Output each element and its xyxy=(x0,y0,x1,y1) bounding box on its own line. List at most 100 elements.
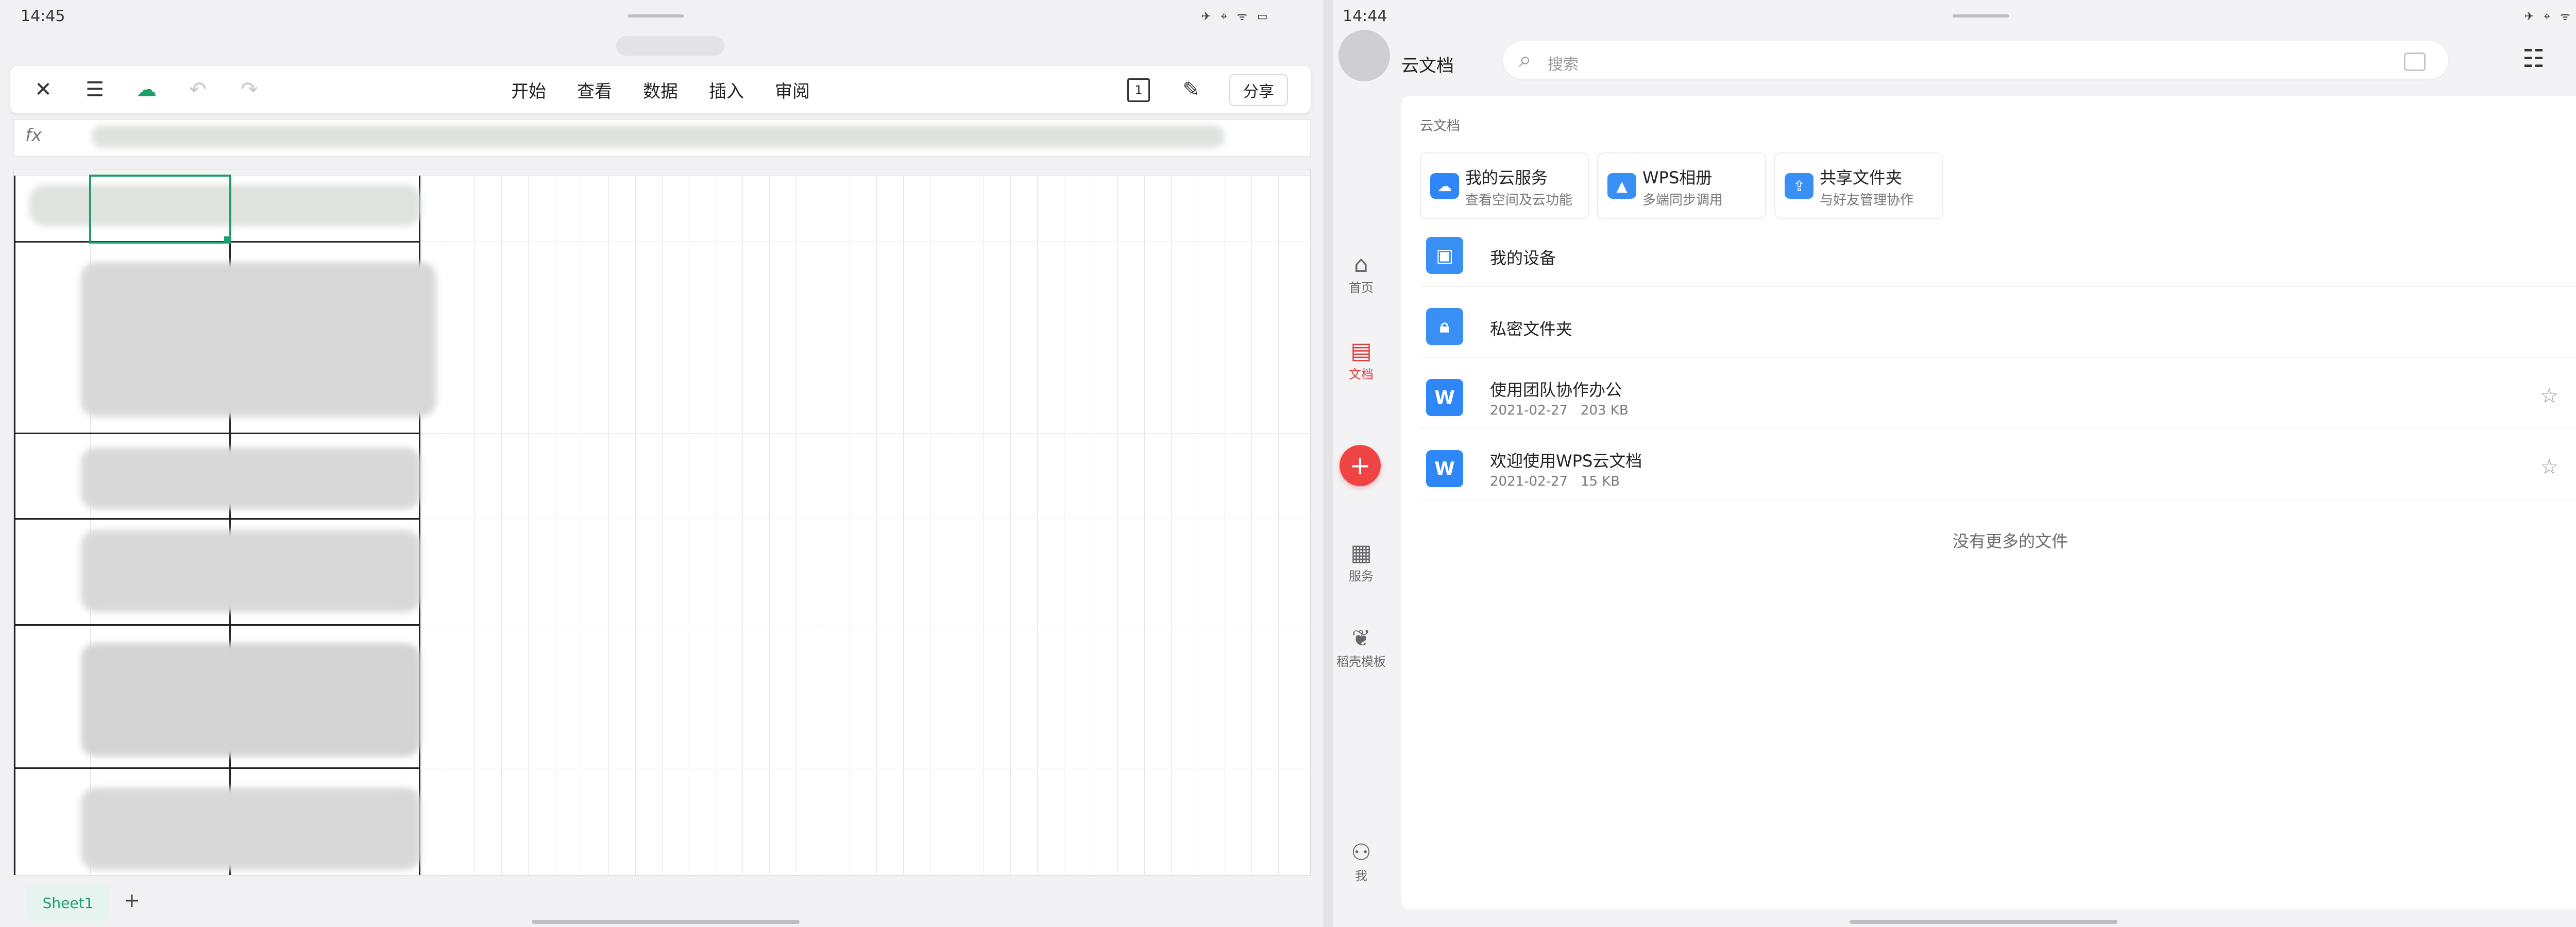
redacted-cell-content xyxy=(81,530,421,612)
file-size: 203 KB xyxy=(1580,403,1629,418)
leaf-icon: ❦ xyxy=(1351,625,1371,651)
gridline xyxy=(769,176,770,875)
content-card: 云文档 ☁ 我的云服务 查看空间及云功能 ▲ WPS相册 多端同步调用 ⇪ 共享… xyxy=(1401,96,2576,909)
nav-documents[interactable]: ▤ 文档 xyxy=(1330,338,1392,382)
status-icons: ✈ ⌖ ᯤ ▭ xyxy=(2524,10,2576,23)
nav-me[interactable]: ⚇ 我 xyxy=(1330,839,1392,884)
redacted-cell-content xyxy=(81,262,436,417)
document-icon: ▤ xyxy=(1350,338,1372,364)
nav-templates[interactable]: ❦ 稻壳模板 xyxy=(1330,625,1392,670)
no-more-files: 没有更多的文件 xyxy=(1952,531,2068,551)
status-time: 14:44 xyxy=(1343,7,1387,25)
nav-home[interactable]: ⌂ 首页 xyxy=(1330,251,1392,296)
close-icon[interactable]: ✕ xyxy=(29,75,58,104)
quick-cloud-service[interactable]: ☁ 我的云服务 查看空间及云功能 xyxy=(1420,152,1589,219)
folder-row[interactable]: ▣ 我的设备 ⋮ xyxy=(1420,225,2576,287)
fx-icon: fx xyxy=(25,125,42,146)
photo-icon: ▲ xyxy=(1607,173,1636,199)
redo-icon[interactable]: ↷ xyxy=(235,75,264,104)
redacted-cell-content xyxy=(81,448,421,509)
gridline xyxy=(608,176,609,875)
wps-doc-icon: W xyxy=(1426,450,1463,487)
sheet-tab[interactable]: Sheet1 xyxy=(27,885,109,921)
menu-data[interactable]: 数据 xyxy=(643,66,678,113)
quick-shared-folder[interactable]: ⇪ 共享文件夹 与好友管理协作 xyxy=(1774,152,1943,219)
gridline xyxy=(1171,176,1172,875)
pen-icon[interactable]: ✎ xyxy=(1177,75,1206,104)
grid-icon: ▦ xyxy=(1350,540,1372,566)
table-border xyxy=(14,624,420,626)
quick-wps-album[interactable]: ▲ WPS相册 多端同步调用 xyxy=(1597,152,1766,219)
gridline xyxy=(528,176,529,875)
nav-services[interactable]: ▦ 服务 xyxy=(1330,540,1392,584)
list-view-icon[interactable]: ☷ xyxy=(2522,44,2545,73)
add-sheet-button[interactable]: + xyxy=(124,889,140,912)
menu-review[interactable]: 审阅 xyxy=(775,66,810,113)
device-folder-icon: ▣ xyxy=(1426,237,1463,274)
file-date: 2021-02-27 xyxy=(1490,474,1568,489)
share-button[interactable]: 分享 xyxy=(1229,74,1288,106)
quick-subtitle: 查看空间及云功能 xyxy=(1465,193,1573,208)
quick-title: 我的云服务 xyxy=(1465,168,1548,187)
search-icon: ⌕ xyxy=(1519,46,1532,73)
nav-me-label: 我 xyxy=(1355,869,1367,883)
file-name: 欢迎使用WPS云文档 xyxy=(1490,451,1642,471)
file-row[interactable]: W 使用团队协作办公 2021-02-27 203 KB ☆ ⋮ xyxy=(1420,367,2576,429)
file-row[interactable]: W 欢迎使用WPS云文档 2021-02-27 15 KB ☆ ⋮ xyxy=(1420,438,2576,500)
nav-documents-label: 文档 xyxy=(1349,367,1374,382)
search-input[interactable]: ⌕ 搜索 xyxy=(1503,41,2448,79)
file-name: 使用团队协作办公 xyxy=(1490,380,1622,400)
status-time: 14:45 xyxy=(21,7,65,25)
folder-row[interactable]: 🔒︎ 私密文件夹 ⋮ xyxy=(1420,296,2576,358)
formula-bar[interactable]: fx xyxy=(13,119,1311,157)
menu-start[interactable]: 开始 xyxy=(511,66,546,113)
file-date: 2021-02-27 xyxy=(1490,403,1568,418)
gridline xyxy=(501,176,502,875)
folder-name: 我的设备 xyxy=(1490,248,1556,268)
home-indicator xyxy=(1850,920,2117,924)
scan-icon[interactable] xyxy=(2404,53,2426,71)
redacted-cell-content xyxy=(81,643,421,757)
top-handle[interactable] xyxy=(628,14,684,18)
gridline xyxy=(1037,176,1038,875)
split-divider[interactable] xyxy=(1323,0,1333,927)
star-icon[interactable]: ☆ xyxy=(2540,384,2558,408)
gridline xyxy=(474,176,475,875)
menu-insert[interactable]: 插入 xyxy=(709,66,744,113)
folder-name: 私密文件夹 xyxy=(1490,319,1573,339)
avatar[interactable] xyxy=(1338,30,1390,81)
create-button[interactable]: + xyxy=(1340,445,1381,486)
quick-title: 共享文件夹 xyxy=(1820,168,1903,187)
gridline xyxy=(1144,176,1145,875)
gridline xyxy=(903,176,904,875)
status-icons: ✈ ⌖ ᯤ ▭ xyxy=(1201,10,1271,23)
menu-icon[interactable]: ☰ xyxy=(80,75,109,104)
page-title: 云文档 xyxy=(1401,56,1454,76)
file-meta: 2021-02-27 203 KB xyxy=(1490,403,1629,418)
page-count-icon[interactable]: 1 xyxy=(1127,78,1150,102)
cloud-sync-icon[interactable]: ☁ xyxy=(132,75,161,104)
file-meta: 2021-02-27 15 KB xyxy=(1490,474,1620,489)
quick-subtitle: 与好友管理协作 xyxy=(1820,193,1914,208)
selected-cell[interactable] xyxy=(89,175,231,244)
gridline xyxy=(662,176,663,875)
nav-home-label: 首页 xyxy=(1349,281,1374,295)
undo-icon[interactable]: ↶ xyxy=(183,75,212,104)
star-icon[interactable]: ☆ xyxy=(2540,455,2558,479)
spreadsheet-grid[interactable] xyxy=(13,169,1311,876)
wps-doc-icon: W xyxy=(1426,379,1463,416)
menu-view[interactable]: 查看 xyxy=(577,66,612,113)
document-title-pill xyxy=(616,36,724,56)
fill-handle[interactable] xyxy=(224,236,231,244)
gridline xyxy=(635,176,636,875)
gridline xyxy=(1010,176,1011,875)
table-border xyxy=(14,518,420,520)
table-border xyxy=(14,433,420,434)
formula-content-redacted xyxy=(91,125,1225,148)
spreadsheet-toolbar: ✕ ☰ ☁ ↶ ↷ 开始 查看 数据 插入 审阅 1 ✎ 分享 xyxy=(10,66,1311,113)
quick-title: WPS相册 xyxy=(1642,168,1713,187)
lock-folder-icon: 🔒︎ xyxy=(1426,308,1463,345)
home-indicator xyxy=(532,920,800,924)
cloud-icon: ☁ xyxy=(1430,173,1459,199)
top-handle[interactable] xyxy=(1953,14,2009,18)
